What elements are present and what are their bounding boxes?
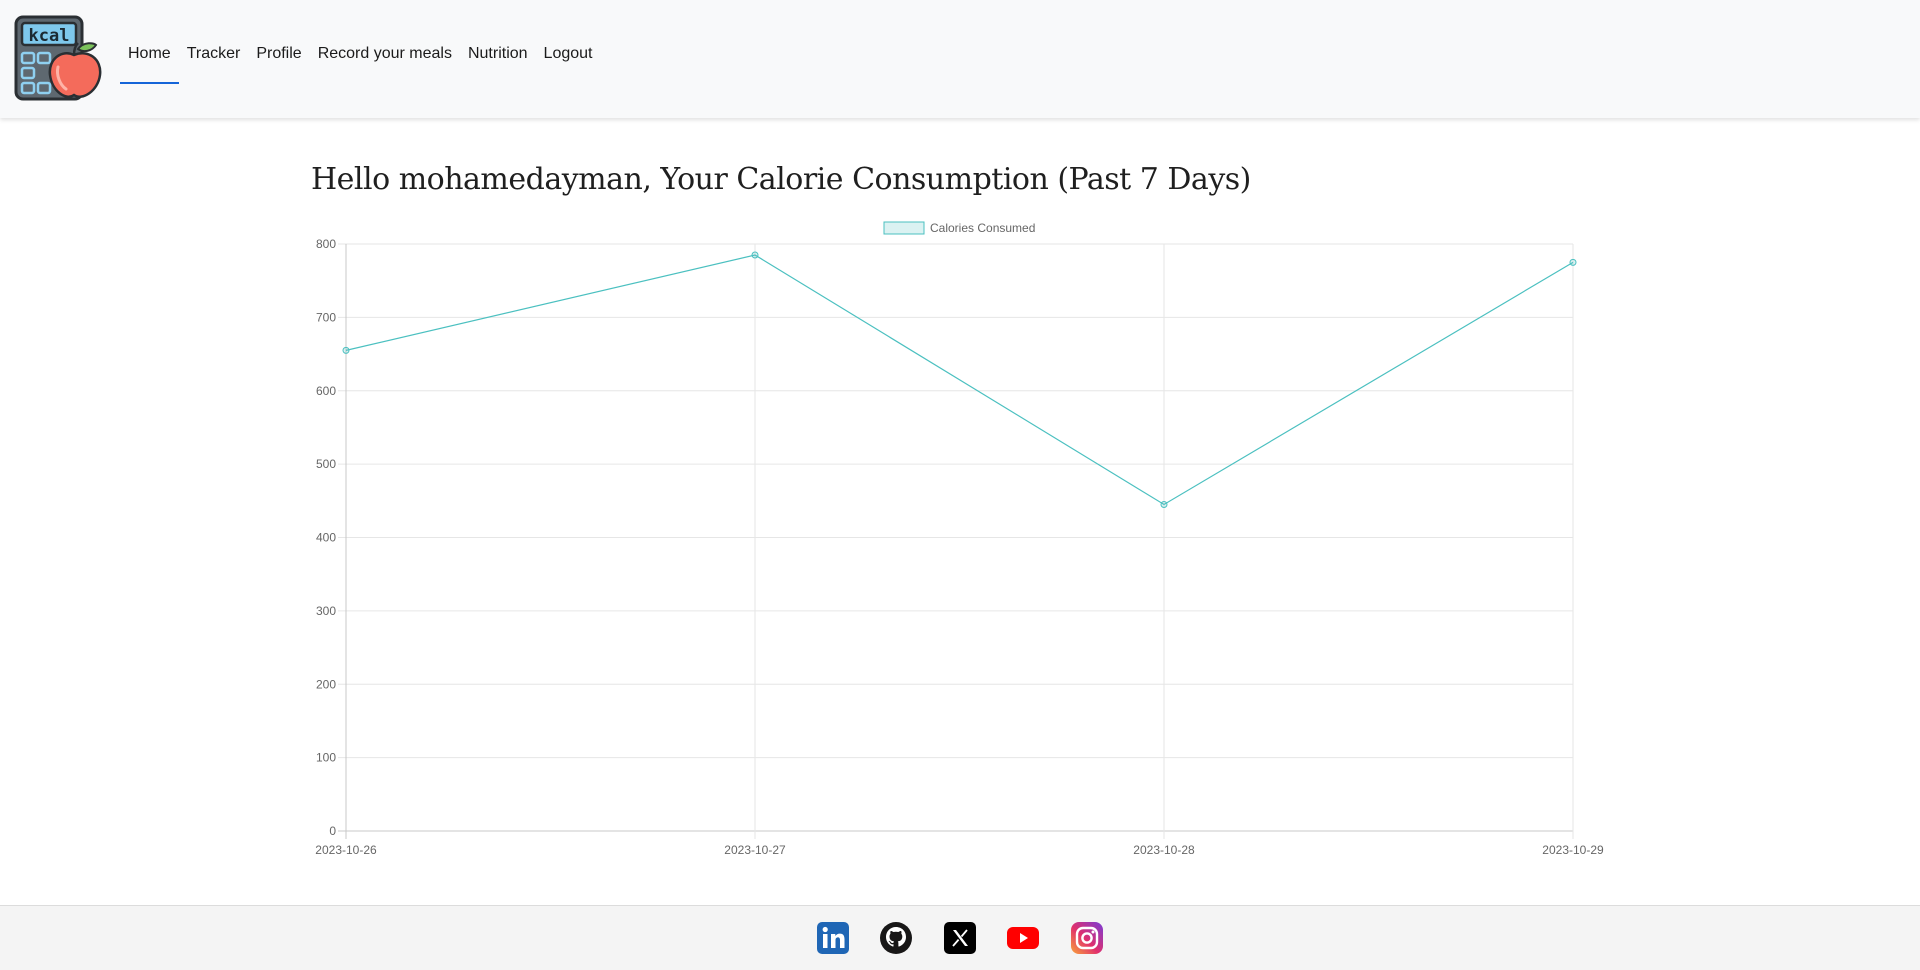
x-tick-label: 2023-10-27 (724, 843, 786, 857)
x-tick-label: 2023-10-28 (1133, 843, 1195, 857)
x-tick-label: 2023-10-29 (1542, 843, 1604, 857)
nav-link-record-your-meals[interactable]: Record your meals (310, 34, 460, 76)
legend-label: Calories Consumed (930, 221, 1035, 235)
data-point (342, 346, 350, 354)
nav-link-nutrition[interactable]: Nutrition (460, 34, 536, 76)
nav-links: Home Tracker Profile Record your meals Nutri… (120, 34, 601, 84)
data-point (1569, 258, 1577, 266)
footer (0, 905, 1920, 970)
chart-container: 0 100 200 300 400 500 600 700 800 2023-10-26 2023-… (0, 0, 1920, 970)
nav-link-logout[interactable]: Logout (536, 34, 601, 76)
calorie-line-chart: 0 100 200 300 400 500 600 700 800 2023-10-26 2023-… (315, 221, 1604, 857)
y-tick-label: 300 (316, 604, 336, 618)
y-tick-label: 800 (316, 237, 336, 251)
y-tick-label: 200 (316, 677, 336, 691)
youtube-icon[interactable] (1006, 921, 1040, 955)
y-tick-label: 0 (329, 824, 336, 838)
nav-link-tracker[interactable]: Tracker (179, 34, 249, 76)
y-tick-label: 500 (316, 457, 336, 471)
nav-link-profile[interactable]: Profile (248, 34, 309, 76)
y-tick-label: 100 (316, 751, 336, 765)
x-tick-label: 2023-10-26 (315, 843, 377, 857)
navbar: kcal Home Tracker Profile Record your meals… (0, 0, 1920, 118)
legend-swatch (883, 221, 925, 235)
data-point (751, 251, 759, 259)
kcal-logo[interactable]: kcal (14, 15, 102, 103)
logo-text: kcal (29, 26, 70, 46)
nav-link-home[interactable]: Home (120, 34, 179, 84)
series-line (345, 254, 1574, 506)
instagram-icon[interactable] (1070, 921, 1104, 955)
y-tick-label: 400 (316, 531, 336, 545)
y-tick-label: 600 (316, 384, 336, 398)
linkedin-icon[interactable] (816, 921, 850, 955)
github-icon[interactable] (879, 921, 913, 955)
data-point (1160, 500, 1168, 508)
y-tick-label: 700 (316, 310, 336, 324)
x-icon[interactable] (943, 921, 977, 955)
